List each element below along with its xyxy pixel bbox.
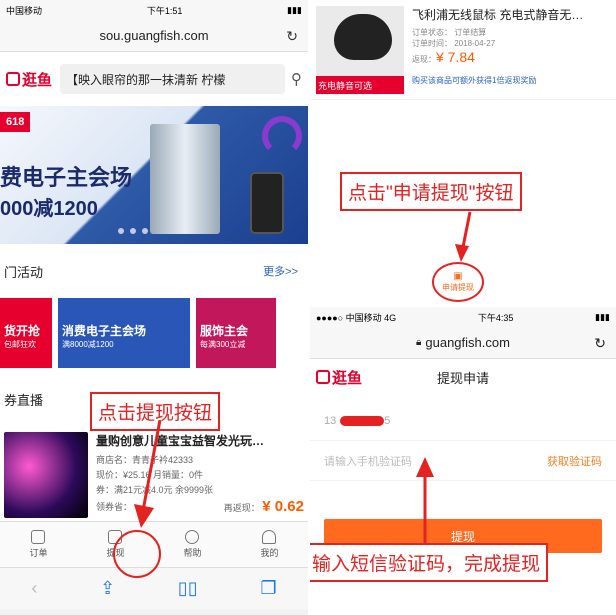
- phone-image: [250, 172, 284, 234]
- order-time: 订单时间： 2018-04-27: [412, 39, 496, 48]
- site-logo[interactable]: 逛鱼: [6, 69, 52, 90]
- product-image: 充电静音可选: [316, 6, 404, 94]
- address-bar[interactable]: sou.guangfish.com ↻: [0, 20, 308, 52]
- wallet-icon: ▣: [453, 271, 463, 282]
- arrow-icon: [134, 420, 162, 528]
- search-input[interactable]: 【映入眼帘的那一抹清新 柠檬: [60, 64, 285, 94]
- promo-banner[interactable]: 618 费电子主会场 000减1200: [0, 106, 308, 244]
- promo-card[interactable]: 服饰主会 每满300立减: [196, 298, 276, 368]
- shop-name: 商店名：青青子衿42333: [96, 455, 194, 465]
- promo-card[interactable]: 消费电子主会场 满8000减1200: [58, 298, 190, 368]
- reload-icon[interactable]: ↻: [286, 28, 298, 45]
- carrier-label: 中国移动: [6, 5, 43, 16]
- left-screenshot: 中国移动 下午1:51 ▮▮▮ sou.guangfish.com ↻ 逛鱼 【…: [0, 0, 308, 615]
- fridge-image: [150, 124, 220, 234]
- url-text: sou.guangfish.com: [99, 28, 209, 43]
- more-link[interactable]: 更多>>: [263, 263, 298, 279]
- mouse-image: [334, 14, 392, 60]
- right-top-screenshot: 充电静音可选 飞利浦无线鼠标 充电式静音无… 订单状态： 订单结算 订单时间： …: [310, 0, 616, 270]
- section-title: 券直播: [4, 392, 44, 408]
- back-icon[interactable]: ‹: [31, 578, 37, 599]
- carrier-label: ●●●●○ 中国移动 4G: [316, 312, 397, 323]
- site-header: 逛鱼 【映入眼帘的那一抹清新 柠檬 ⚲: [0, 52, 308, 106]
- page-header: 逛鱼 提现申请: [310, 359, 616, 395]
- promo-strip: 货开抢 包邮狂欢 消费电子主会场 满8000减1200 服饰主会 每满300立减: [0, 298, 308, 372]
- section-title: 门活动: [4, 264, 44, 280]
- lock-icon: 🔒︎: [416, 337, 422, 348]
- product-image: [4, 432, 88, 518]
- tab-help[interactable]: 帮助: [183, 530, 202, 559]
- search-icon[interactable]: ⚲: [291, 70, 302, 88]
- product-info: 量购创意儿童宝宝益智发光玩… 商店名：青青子衿42333 现价：¥25.16 月…: [96, 432, 304, 515]
- order-item[interactable]: 充电静音可选 飞利浦无线鼠标 充电式静音无… 订单状态： 订单结算 订单时间： …: [310, 0, 616, 100]
- phone-field: 13 5: [310, 401, 616, 441]
- time-label: 下午4:35: [477, 312, 514, 323]
- logo-icon: [316, 370, 330, 384]
- product-name: 飞利浦无线鼠标 充电式静音无…: [412, 8, 584, 22]
- carousel-dots[interactable]: [118, 228, 148, 234]
- right-bottom-screenshot: ●●●●○ 中国移动 4G 下午4:35 ▮▮▮ 🔒︎ guangfish.co…: [310, 307, 616, 615]
- banner-title: 费电子主会场: [0, 165, 133, 190]
- arrow-icon: [416, 457, 434, 545]
- site-logo[interactable]: 逛鱼: [316, 367, 362, 388]
- address-bar[interactable]: 🔒︎ guangfish.com ↻: [310, 327, 616, 359]
- save-label: 领券省：: [96, 502, 133, 512]
- rebate-label: 再返现：: [223, 503, 260, 513]
- product-name: 量购创意儿童宝宝益智发光玩…: [96, 434, 265, 448]
- browser-toolbar: ‹ ⇪ ▯▯ ❐: [0, 567, 308, 609]
- rebate-amount: ¥ 0.62: [262, 498, 304, 515]
- hot-activities-header: 门活动 更多>>: [0, 244, 308, 298]
- logo-icon: [6, 72, 20, 86]
- logo-text: 逛鱼: [22, 71, 53, 89]
- withdraw-button[interactable]: ▣ 申请提现: [432, 262, 484, 302]
- tab-mine[interactable]: 我的: [260, 530, 279, 559]
- annotation-label: 点击"申请提现"按钮: [340, 172, 522, 211]
- user-icon: [262, 530, 277, 544]
- orders-icon: [31, 530, 46, 544]
- bookmarks-icon[interactable]: ▯▯: [178, 578, 198, 599]
- highlight-circle: [113, 530, 161, 578]
- promo-card[interactable]: 货开抢 包邮狂欢: [0, 298, 52, 368]
- battery-icon: ▮▮▮: [595, 311, 610, 322]
- reload-icon[interactable]: ↻: [594, 335, 606, 352]
- status-bar: 中国移动 下午1:51 ▮▮▮: [0, 0, 308, 20]
- order-info: 飞利浦无线鼠标 充电式静音无… 订单状态： 订单结算 订单时间： 2018-04…: [412, 6, 610, 93]
- help-icon: [185, 530, 200, 544]
- coupon-line: 券：满21元减4.0元 余9999张: [96, 485, 214, 495]
- rebate-label: 返现：: [412, 55, 436, 64]
- status-bar: ●●●●○ 中国移动 4G 下午4:35 ▮▮▮: [310, 307, 616, 327]
- withdraw-label: 申请提现: [442, 283, 474, 292]
- arrow-icon: [455, 212, 472, 262]
- url-text: guangfish.com: [425, 335, 510, 350]
- battery-icon: ▮▮▮: [287, 4, 302, 15]
- rebate-amount: ¥ 7.84: [436, 49, 475, 65]
- share-icon[interactable]: ⇪: [100, 578, 115, 599]
- price-line: 现价：¥25.16 月销量：0件: [96, 470, 204, 480]
- extra-reward-link[interactable]: 购买该商品可额外获得1倍返现奖励: [412, 75, 610, 86]
- order-status: 订单状态： 订单结算: [412, 28, 487, 37]
- code-input[interactable]: 请输入手机验证码: [324, 453, 412, 469]
- tab-orders[interactable]: 订单: [29, 530, 48, 559]
- banner-tag: 618: [0, 112, 31, 132]
- tabs-icon[interactable]: ❐: [260, 578, 276, 599]
- sms-code-field[interactable]: 请输入手机验证码 获取验证码: [310, 441, 616, 481]
- product-banner: 充电静音可选: [316, 76, 404, 94]
- get-code-button[interactable]: 获取验证码: [547, 453, 602, 469]
- headphones-image: [262, 116, 302, 156]
- redaction-mark: [340, 415, 385, 426]
- annotation-label: 输入短信验证码，完成提现: [310, 543, 549, 582]
- time-label: 下午1:51: [146, 5, 183, 16]
- banner-subtitle: 000减1200: [0, 198, 98, 220]
